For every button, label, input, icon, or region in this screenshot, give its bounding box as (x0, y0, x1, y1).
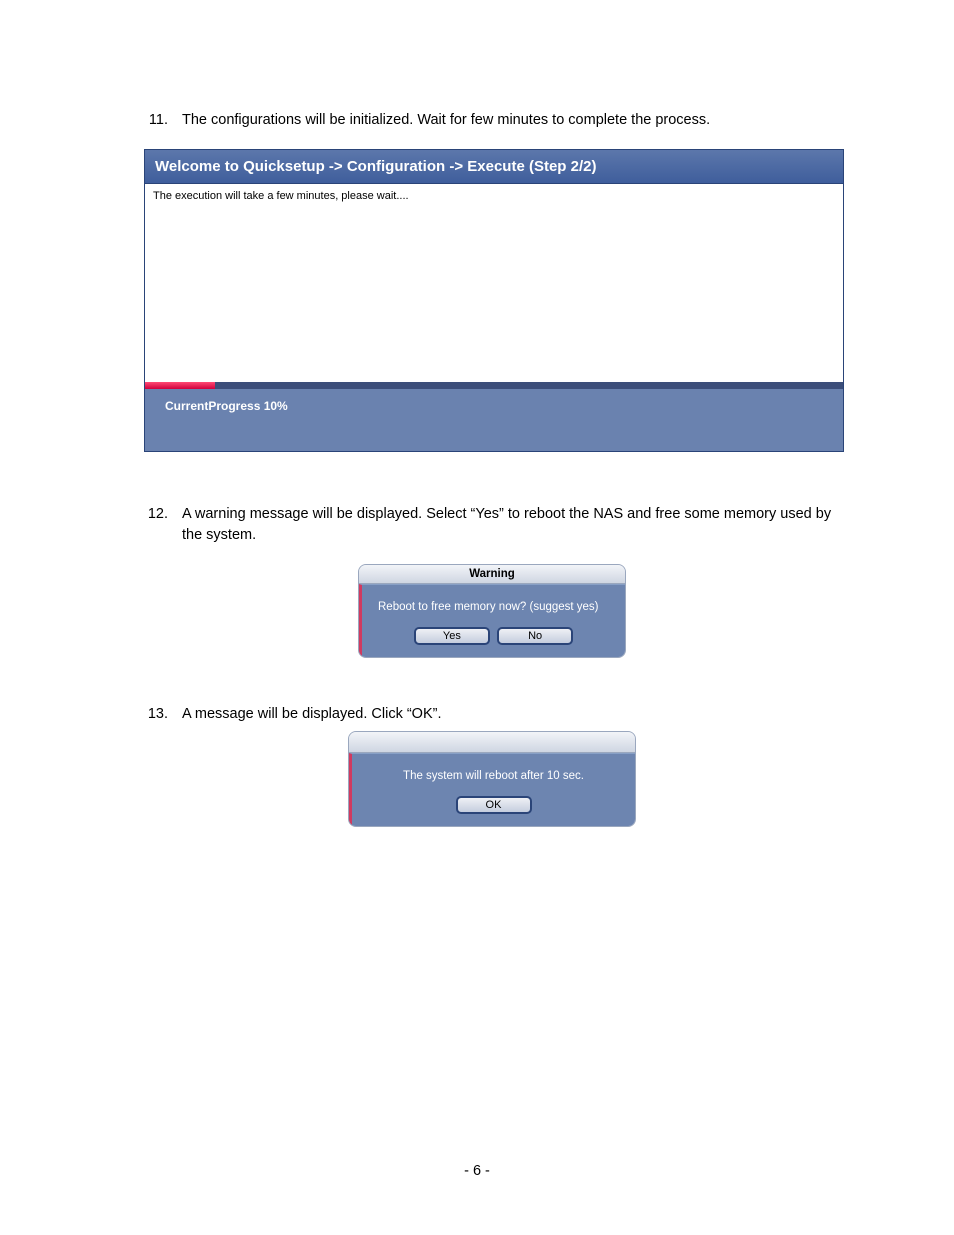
quicksetup-panel: Welcome to Quicksetup -> Configuration -… (144, 149, 844, 452)
no-button[interactable]: No (497, 627, 573, 645)
warning-dialog: Warning Reboot to free memory now? (sugg… (358, 564, 626, 658)
instruction-step-11: 11. The configurations will be initializ… (130, 110, 854, 131)
quicksetup-body-text: The execution will take a few minutes, p… (153, 190, 409, 202)
step-text: A warning message will be displayed. Sel… (182, 504, 854, 546)
instruction-step-13: 13. A message will be displayed. Click “… (130, 704, 854, 725)
step-number: 13. (130, 704, 182, 725)
yes-button[interactable]: Yes (414, 627, 490, 645)
ok-button[interactable]: OK (456, 796, 532, 814)
progress-label: CurrentProgress 10% (145, 389, 298, 413)
quicksetup-footer: CurrentProgress 10% (145, 382, 843, 451)
step-text: A message will be displayed. Click “OK”. (182, 704, 854, 725)
step-number: 12. (130, 504, 182, 546)
instruction-step-12: 12. A warning message will be displayed.… (130, 504, 854, 546)
step-number: 11. (130, 110, 182, 131)
reboot-dialog: The system will reboot after 10 sec. OK (348, 731, 636, 827)
dialog-message: The system will reboot after 10 sec. (368, 768, 619, 784)
quicksetup-body: The execution will take a few minutes, p… (145, 184, 843, 382)
step-text: The configurations will be initialized. … (182, 110, 854, 131)
dialog-title: Warning (359, 565, 625, 584)
page-number: - 6 - (0, 1163, 954, 1179)
progress-bar-track (145, 382, 843, 389)
dialog-message: Reboot to free memory now? (suggest yes) (378, 599, 609, 615)
dialog-title (349, 732, 635, 753)
progress-bar-fill (145, 382, 215, 389)
quicksetup-title: Welcome to Quicksetup -> Configuration -… (145, 150, 843, 184)
